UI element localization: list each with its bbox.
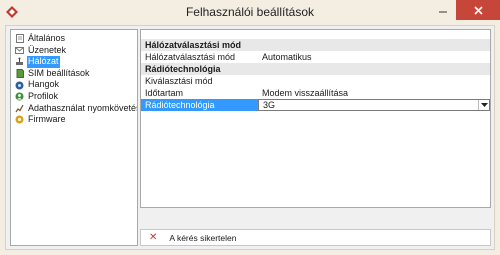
tree-item-label: Általános bbox=[28, 33, 66, 43]
status-message: A kérés sikertelen bbox=[169, 232, 237, 243]
speaker-icon bbox=[15, 81, 24, 90]
tree-item-label: Profilok bbox=[28, 90, 59, 101]
window-title: Felhasználói beállítások bbox=[185, 5, 315, 19]
close-button[interactable] bbox=[456, 0, 500, 20]
property-grid: Hálózatválasztási mód Hálózatválasztási … bbox=[140, 29, 491, 208]
document-icon bbox=[15, 34, 24, 44]
property-row-idotartam[interactable]: Időtartam Modem visszaállítása bbox=[141, 87, 490, 99]
firmware-icon bbox=[15, 115, 24, 124]
property-value bbox=[258, 75, 490, 87]
property-row-radiotechnologia[interactable]: Rádiótechnológia 3G bbox=[141, 99, 490, 111]
error-x-icon: ✕ bbox=[149, 232, 158, 243]
tree-item-label: Adathasználat nyomkövetése bbox=[28, 102, 138, 113]
title-bar: Felhasználói beállítások bbox=[0, 0, 500, 24]
dropdown-selected-value: 3G bbox=[263, 100, 276, 110]
property-key: Rádiótechnológia bbox=[141, 99, 258, 111]
dropdown-toggle[interactable] bbox=[478, 100, 489, 110]
network-icon bbox=[15, 57, 24, 66]
close-icon bbox=[473, 5, 483, 15]
property-row-kivalasztasi-mod[interactable]: Kiválasztási mód bbox=[141, 75, 490, 87]
minimize-button[interactable] bbox=[430, 0, 456, 20]
property-key: Kiválasztási mód bbox=[145, 76, 213, 86]
section-header-radiotechnologia: Rádiótechnológia bbox=[141, 63, 490, 75]
tree-item-label: Firmware bbox=[28, 114, 66, 125]
settings-tree: Általános Üzenetek Hálózat SIM beállítás… bbox=[10, 29, 138, 246]
tree-item-firmware[interactable]: Firmware bbox=[11, 114, 137, 126]
envelope-icon bbox=[15, 46, 24, 55]
profile-icon bbox=[15, 92, 24, 101]
property-value: Modem visszaállítása bbox=[262, 88, 349, 98]
settings-dialog: Általános Üzenetek Hálózat SIM beállítás… bbox=[5, 25, 495, 250]
property-value: Automatikus bbox=[262, 52, 312, 62]
tree-item-label: SIM beállítások bbox=[28, 67, 90, 78]
property-key: Időtartam bbox=[145, 88, 184, 98]
status-bar: ✕ A kérés sikertelen bbox=[140, 229, 491, 246]
property-key: Hálózatválasztási mód bbox=[145, 52, 236, 62]
tree-item-uzenetek[interactable]: Üzenetek bbox=[11, 45, 137, 57]
tree-item-hangok[interactable]: Hangok bbox=[11, 79, 137, 91]
radiotechnologia-dropdown[interactable]: 3G bbox=[258, 99, 490, 111]
tree-item-adathasznalat[interactable]: Adathasználat nyomkövetése bbox=[11, 103, 137, 115]
section-header-halozatvalasztasi-mod: Hálózatválasztási mód bbox=[141, 39, 490, 51]
tree-item-altalanos[interactable]: Általános bbox=[11, 33, 137, 45]
tree-item-profilok[interactable]: Profilok bbox=[11, 91, 137, 103]
tree-item-halozat[interactable]: Hálózat bbox=[11, 56, 137, 68]
tree-item-sim-beallitasok[interactable]: SIM beállítások bbox=[11, 68, 137, 80]
property-row-halozatvalasztasi-mod[interactable]: Hálózatválasztási mód Automatikus bbox=[141, 51, 490, 63]
data-usage-icon bbox=[15, 104, 24, 113]
chevron-down-icon bbox=[480, 103, 488, 107]
minimize-icon bbox=[439, 11, 447, 13]
tree-item-label: Hálózat bbox=[27, 56, 60, 68]
sim-card-icon bbox=[15, 69, 24, 79]
tree-item-label: Hangok bbox=[28, 79, 60, 90]
tree-item-label: Üzenetek bbox=[28, 44, 67, 55]
